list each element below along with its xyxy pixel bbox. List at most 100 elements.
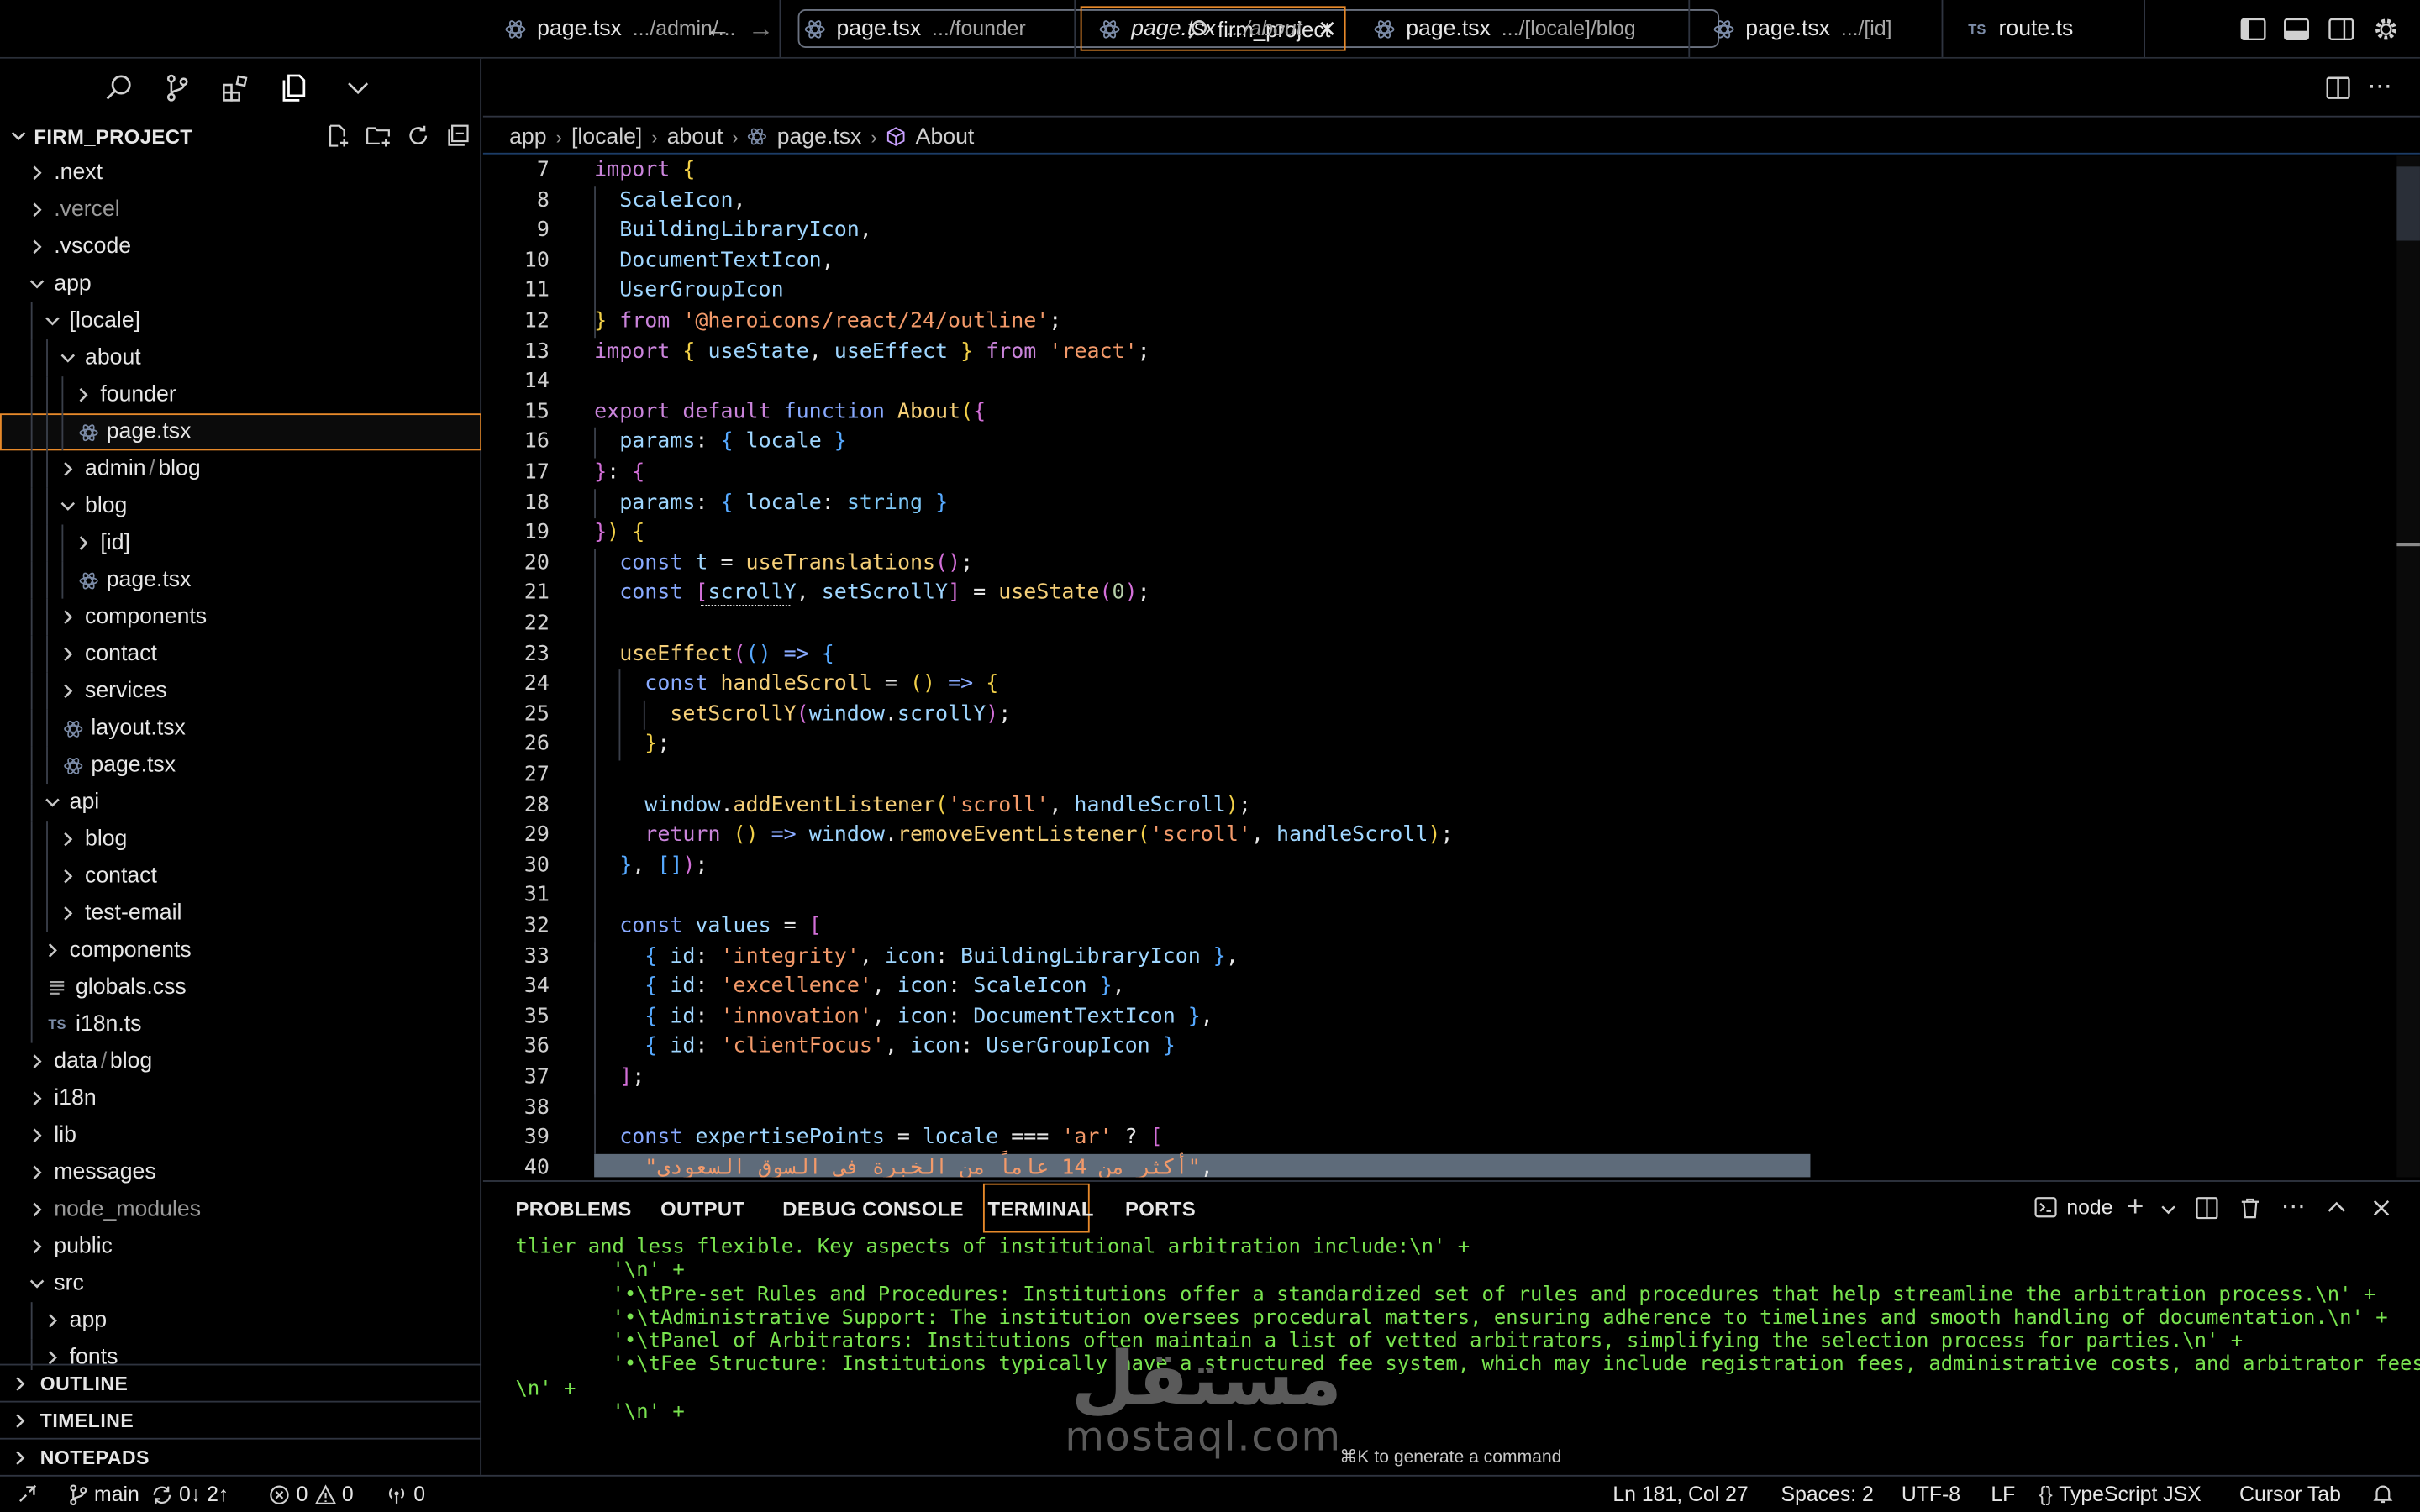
code-line[interactable]: 30 }, []); bbox=[483, 851, 2397, 881]
code-line[interactable]: 32 const values = [ bbox=[483, 911, 2397, 942]
indentation[interactable]: Spaces: 2 bbox=[1781, 1483, 1874, 1506]
source-control-icon[interactable] bbox=[162, 72, 193, 103]
code-line[interactable]: 17}: { bbox=[483, 458, 2397, 488]
bell-icon[interactable] bbox=[2372, 1483, 2394, 1504]
tree-folder[interactable]: about bbox=[0, 339, 481, 377]
code-line[interactable]: 12} from '@heroicons/react/24/outline'; bbox=[483, 307, 2397, 338]
code-line[interactable]: 19}) { bbox=[483, 518, 2397, 549]
tree-folder[interactable]: services bbox=[0, 672, 481, 710]
refresh-icon[interactable] bbox=[406, 123, 430, 148]
tree-folder[interactable]: api bbox=[0, 784, 481, 822]
tree-folder[interactable]: components bbox=[0, 598, 481, 636]
tree-folder[interactable]: app bbox=[0, 1302, 481, 1340]
tab-debug-console[interactable]: DEBUG CONSOLE bbox=[782, 1197, 964, 1221]
tree-file[interactable]: page.tsx bbox=[0, 413, 482, 451]
tree-folder[interactable]: node_modules bbox=[0, 1191, 481, 1228]
breadcrumb-item[interactable]: About bbox=[916, 124, 975, 149]
split-terminal-icon[interactable] bbox=[2195, 1195, 2219, 1220]
breadcrumb-item[interactable]: app bbox=[509, 124, 546, 149]
code-line[interactable]: 33 { id: 'integrity', icon: BuildingLibr… bbox=[483, 942, 2397, 972]
tree-folder[interactable]: contact bbox=[0, 635, 481, 673]
notepads-panel-header[interactable]: NOTEPADS bbox=[0, 1437, 482, 1475]
code-line[interactable]: 27 bbox=[483, 760, 2397, 790]
chevron-down-icon[interactable] bbox=[343, 72, 374, 103]
tree-folder[interactable]: founder bbox=[0, 376, 481, 414]
cursor-position[interactable]: Ln 181, Col 27 bbox=[1612, 1483, 1748, 1506]
terminal-output[interactable]: tlier and less flexible. Key aspects of … bbox=[515, 1236, 2419, 1425]
ports-indicator[interactable]: 0 bbox=[386, 1483, 425, 1506]
tree-file[interactable]: layout.tsx bbox=[0, 709, 481, 747]
tab-output[interactable]: OUTPUT bbox=[660, 1197, 744, 1221]
gear-icon[interactable] bbox=[2372, 15, 2400, 43]
toggle-panel-icon[interactable] bbox=[2282, 15, 2310, 43]
tab-ports[interactable]: PORTS bbox=[1125, 1197, 1196, 1221]
code-line[interactable]: 20 const t = useTranslations(); bbox=[483, 549, 2397, 579]
code-line[interactable]: 31 bbox=[483, 881, 2397, 911]
collapse-all-icon[interactable] bbox=[446, 123, 471, 148]
maximize-panel-icon[interactable] bbox=[2326, 1197, 2348, 1219]
code-line[interactable]: 14 bbox=[483, 367, 2397, 397]
timeline-panel-header[interactable]: TIMELINE bbox=[0, 1400, 482, 1438]
code-line[interactable]: 9 BuildingLibraryIcon, bbox=[483, 216, 2397, 246]
code-line[interactable]: 35 { id: 'innovation', icon: DocumentTex… bbox=[483, 1002, 2397, 1032]
tree-folder[interactable]: i18n bbox=[0, 1080, 481, 1117]
cursor-tab[interactable]: Cursor Tab bbox=[2239, 1483, 2341, 1506]
terminal-shell-selector[interactable]: node bbox=[2034, 1195, 2113, 1219]
tree-folder[interactable]: .next bbox=[0, 155, 481, 192]
code-line[interactable]: 15 export default function About({ bbox=[483, 397, 2397, 428]
tree-folder[interactable]: public bbox=[0, 1228, 481, 1265]
tree-folder[interactable]: .vscode bbox=[0, 228, 481, 265]
tree-folder[interactable]: messages bbox=[0, 1154, 481, 1191]
code-line[interactable]: 7 import { bbox=[483, 156, 2397, 186]
new-file-icon[interactable] bbox=[326, 123, 350, 148]
breadcrumb-item[interactable]: page.tsx bbox=[777, 124, 862, 149]
tab-page-locale-blog[interactable]: page.tsx .../[locale]/blog bbox=[1352, 0, 1691, 57]
tab-problems[interactable]: PROBLEMS bbox=[515, 1197, 631, 1221]
end-of-line[interactable]: LF bbox=[1991, 1483, 2015, 1506]
code-line[interactable]: 37 ]; bbox=[483, 1063, 2397, 1093]
code-line[interactable]: 34 { id: 'excellence', icon: ScaleIcon }… bbox=[483, 972, 2397, 1002]
code-line[interactable]: 13 import { useState, useEffect } from 'r… bbox=[483, 337, 2397, 367]
tab-terminal[interactable]: TERMINAL bbox=[987, 1197, 1093, 1221]
tree-folder[interactable]: app bbox=[0, 265, 481, 302]
tree-folder[interactable]: admin / blog bbox=[0, 450, 481, 488]
tree-folder[interactable]: components bbox=[0, 932, 481, 969]
problems-indicator[interactable]: 0 0 bbox=[269, 1483, 354, 1506]
tree-folder[interactable]: test-email bbox=[0, 895, 481, 932]
scrollbar-thumb[interactable] bbox=[2396, 166, 2420, 241]
tab-page-founder[interactable]: page.tsx .../founder bbox=[782, 0, 1076, 57]
tree-folder[interactable]: [locale] bbox=[0, 302, 481, 340]
tab-page-admin[interactable]: page.tsx .../admin/... bbox=[483, 0, 781, 57]
breadcrumb-item[interactable]: [locale] bbox=[571, 124, 642, 149]
tree-folder[interactable]: .vercel bbox=[0, 192, 481, 228]
close-icon[interactable]: ✕ bbox=[1318, 14, 1337, 42]
workspace-header[interactable]: FIRM_PROJECT bbox=[0, 120, 481, 151]
editor-scrollbar[interactable] bbox=[2396, 155, 2420, 1178]
trash-icon[interactable] bbox=[2238, 1195, 2262, 1220]
new-folder-icon[interactable] bbox=[366, 123, 392, 148]
close-icon[interactable] bbox=[2370, 1197, 2392, 1219]
code-line[interactable]: 18 params: { locale: string } bbox=[483, 488, 2397, 518]
tree-folder[interactable]: src bbox=[0, 1265, 481, 1302]
breadcrumb-item[interactable]: about bbox=[667, 124, 723, 149]
code-line[interactable]: 22 bbox=[483, 609, 2397, 639]
code-line[interactable]: 38 bbox=[483, 1093, 2397, 1123]
tree-file[interactable]: TS i18n.ts bbox=[0, 1005, 481, 1043]
tree-folder[interactable]: contact bbox=[0, 858, 481, 895]
more-actions-icon[interactable]: ⋯ bbox=[2367, 71, 2391, 102]
tree-file[interactable]: page.tsx bbox=[0, 746, 481, 785]
code-line[interactable]: 16 params: { locale } bbox=[483, 428, 2397, 458]
code-line[interactable]: 25 setScrollY(window.scrollY); bbox=[483, 700, 2397, 730]
tab-page-id[interactable]: page.tsx .../[id] bbox=[1691, 0, 1944, 57]
encoding[interactable]: UTF-8 bbox=[1902, 1483, 1960, 1506]
code-line[interactable]: 8 ScaleIcon, bbox=[483, 186, 2397, 216]
sync-indicator[interactable]: 0↓ 2↑ bbox=[151, 1483, 229, 1506]
explorer-icon[interactable] bbox=[279, 72, 310, 103]
tab-route-ts[interactable]: TS route.ts bbox=[1944, 0, 2146, 57]
code-line[interactable]: 11 UserGroupIcon bbox=[483, 276, 2397, 307]
code-line[interactable]: 24 const handleScroll = () => { bbox=[483, 669, 2397, 700]
tree-file[interactable]: globals.css bbox=[0, 969, 481, 1006]
code-line[interactable]: 29 return () => window.removeEventListen… bbox=[483, 821, 2397, 851]
more-actions-icon[interactable]: ⋯ bbox=[2281, 1191, 2306, 1222]
tree-folder[interactable]: blog bbox=[0, 821, 481, 858]
